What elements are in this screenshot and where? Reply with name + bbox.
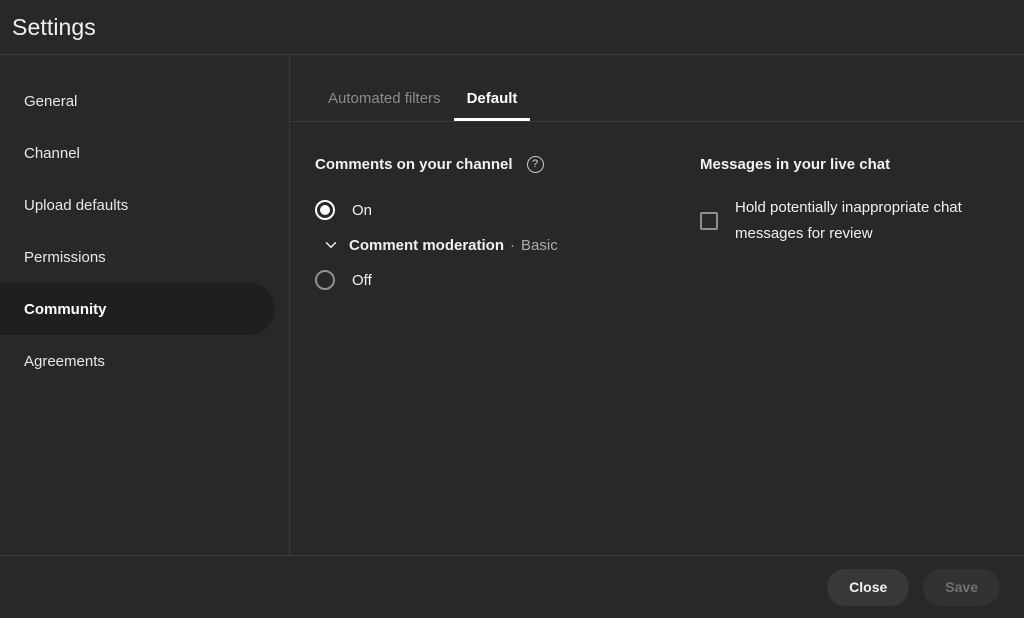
comment-moderation-separator: · xyxy=(510,237,515,254)
radio-comments-off[interactable]: Off xyxy=(315,265,650,295)
settings-panel: Comments on your channel ? On Commen xyxy=(290,122,1024,555)
radio-off-label: Off xyxy=(352,272,372,289)
sidebar-item-label: Agreements xyxy=(24,353,105,370)
dialog-footer: Close Save xyxy=(0,556,1024,618)
sidebar-item-general[interactable]: General xyxy=(0,75,275,127)
sidebar-item-agreements[interactable]: Agreements xyxy=(0,335,275,387)
radio-on-label: On xyxy=(352,202,372,219)
tab-default[interactable]: Default xyxy=(454,90,531,121)
sidebar: General Channel Upload defaults Permissi… xyxy=(0,55,290,555)
live-chat-column: Messages in your live chat Hold potentia… xyxy=(650,156,1024,555)
comments-column: Comments on your channel ? On Commen xyxy=(290,156,650,555)
comments-section-title: Comments on your channel ? xyxy=(315,156,650,173)
sidebar-item-label: General xyxy=(24,93,77,110)
checkbox-hold-chat-messages[interactable]: Hold potentially inappropriate chat mess… xyxy=(700,195,1024,247)
sidebar-item-label: Community xyxy=(24,301,107,318)
sidebar-item-label: Upload defaults xyxy=(24,197,128,214)
section-title-text: Messages in your live chat xyxy=(700,156,890,173)
dialog-body: General Channel Upload defaults Permissi… xyxy=(0,55,1024,556)
tab-automated-filters[interactable]: Automated filters xyxy=(315,90,454,121)
live-chat-section-title: Messages in your live chat xyxy=(700,156,1024,173)
radio-comments-on[interactable]: On xyxy=(315,195,650,225)
tab-label: Automated filters xyxy=(328,90,441,107)
sidebar-item-label: Permissions xyxy=(24,249,106,266)
help-icon-glyph: ? xyxy=(532,159,538,170)
comment-moderation-expander[interactable]: Comment moderation · Basic xyxy=(322,236,650,254)
comment-moderation-value: Basic xyxy=(521,237,558,254)
checkbox-indicator xyxy=(700,212,718,230)
sidebar-item-community[interactable]: Community xyxy=(0,283,275,335)
help-circle-icon[interactable]: ? xyxy=(527,156,544,173)
radio-on-indicator xyxy=(315,200,335,220)
sidebar-item-upload-defaults[interactable]: Upload defaults xyxy=(0,179,275,231)
close-button[interactable]: Close xyxy=(827,569,909,606)
save-button[interactable]: Save xyxy=(923,569,1000,606)
page-title: Settings xyxy=(12,14,96,41)
settings-dialog: Settings General Channel Upload defaults… xyxy=(0,0,1024,618)
section-title-text: Comments on your channel xyxy=(315,156,513,173)
tab-bar: Automated filters Default xyxy=(290,55,1024,122)
checkbox-label: Hold potentially inappropriate chat mess… xyxy=(735,195,1005,247)
dialog-header: Settings xyxy=(0,0,1024,55)
chevron-down-icon xyxy=(322,236,340,254)
sidebar-item-channel[interactable]: Channel xyxy=(0,127,275,179)
radio-off-indicator xyxy=(315,270,335,290)
comment-moderation-label: Comment moderation xyxy=(349,237,504,254)
content-area: Automated filters Default Comments on yo… xyxy=(290,55,1024,555)
tab-label: Default xyxy=(467,90,518,107)
sidebar-item-label: Channel xyxy=(24,145,80,162)
sidebar-item-permissions[interactable]: Permissions xyxy=(0,231,275,283)
